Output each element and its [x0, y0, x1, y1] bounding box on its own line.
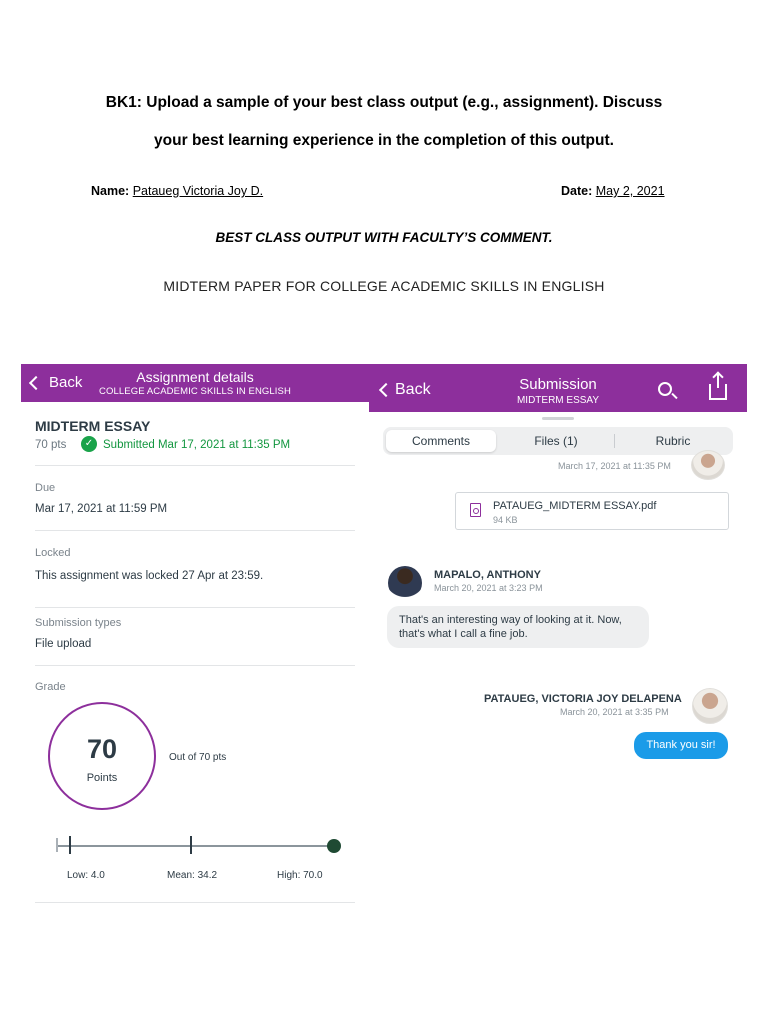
file-size: 94 KB — [493, 515, 518, 525]
low-score: Low: 4.0 — [67, 870, 105, 881]
submission-types-value: File upload — [35, 638, 92, 650]
drag-handle[interactable] — [542, 417, 574, 420]
check-circle-icon: ✓ — [81, 436, 97, 452]
due-label: Due — [35, 482, 56, 494]
back-button[interactable]: Back — [28, 374, 83, 391]
grade-circle: 70 Points — [48, 702, 156, 810]
tab-files[interactable]: Files (1) — [500, 430, 612, 452]
assignment-top-bar: Back Assignment details COLLEGE ACADEMIC… — [21, 364, 369, 402]
high-score: High: 70.0 — [277, 870, 323, 881]
date-field: Date: May 2, 2021 — [561, 184, 665, 198]
prompt-line-2: your best learning experience in the com… — [154, 132, 614, 149]
attached-file[interactable]: PATAUEG_MIDTERM ESSAY.pdf 94 KB — [455, 492, 729, 530]
submission-timestamp: March 17, 2021 at 11:35 PM — [558, 461, 671, 471]
chevron-left-icon — [28, 375, 44, 390]
tab-rubric[interactable]: Rubric — [617, 430, 729, 452]
submission-tabs: Comments Files (1) Rubric — [383, 427, 733, 455]
tab-comments[interactable]: Comments — [386, 430, 496, 452]
submission-types-label: Submission types — [35, 617, 122, 629]
mean-score: Mean: 34.2 — [167, 870, 218, 881]
avatar — [691, 450, 725, 480]
divider — [35, 465, 355, 466]
submission-top-bar: Back Submission MIDTERM ESSAY — [369, 364, 747, 412]
file-name: PATAUEG_MIDTERM ESSAY.pdf — [493, 500, 657, 512]
back-label: Back — [395, 381, 431, 398]
divider — [35, 607, 355, 608]
out-of-points: Out of 70 pts — [169, 752, 227, 763]
midterm-heading: MIDTERM PAPER FOR COLLEGE ACADEMIC SKILL… — [163, 278, 605, 294]
screen-title: Assignment details — [136, 369, 254, 385]
name-field: Name: Pataueg Victoria Joy D. — [91, 184, 263, 198]
teacher-comment-bubble: That's an interesting way of looking at … — [387, 606, 649, 648]
share-icon[interactable] — [709, 374, 727, 400]
back-button[interactable]: Back — [378, 381, 431, 399]
grade-distribution-track — [57, 845, 333, 847]
assignment-title: MIDTERM ESSAY — [35, 418, 151, 434]
best-output-heading: BEST CLASS OUTPUT WITH FACULTY’S COMMENT… — [215, 230, 553, 245]
divider — [35, 902, 355, 903]
date-label: Date: — [561, 184, 593, 198]
avatar — [388, 566, 422, 600]
name-value: Pataueg Victoria Joy D. — [132, 184, 264, 198]
range-start-tick — [56, 838, 58, 852]
avatar — [692, 688, 728, 724]
submitted-status: Submitted Mar 17, 2021 at 11:35 PM — [103, 439, 291, 451]
prompt-line-1: BK1: Upload a sample of your best class … — [105, 94, 663, 111]
mean-tick — [190, 836, 192, 854]
locked-label: Locked — [35, 547, 71, 559]
divider — [35, 665, 355, 666]
low-tick — [69, 836, 71, 854]
course-subtitle: COLLEGE ACADEMIC SKILLS IN ENGLISH — [99, 386, 291, 397]
comment-line: That's an interesting way of looking at … — [399, 614, 622, 626]
commenter-name: PATAUEG, VICTORIA JOY DELAPENA — [484, 693, 682, 705]
assignment-subtitle: MIDTERM ESSAY — [516, 395, 600, 406]
grade-label: Grade — [35, 681, 66, 693]
search-icon[interactable] — [658, 382, 672, 396]
my-score-marker — [327, 839, 341, 853]
divider — [35, 530, 355, 531]
date-value: May 2, 2021 — [595, 184, 665, 198]
locked-value: This assignment was locked 27 Apr at 23:… — [35, 570, 264, 582]
student-reply-bubble: Thank you sir! — [634, 732, 728, 759]
chevron-left-icon — [378, 382, 394, 398]
points-possible: 70 pts — [35, 439, 67, 451]
submission-screenshot: Back Submission MIDTERM ESSAY Comments F… — [369, 364, 747, 764]
pdf-icon — [470, 503, 481, 517]
comment-timestamp: March 20, 2021 at 3:35 PM — [560, 707, 669, 717]
commenter-name: MAPALO, ANTHONY — [434, 569, 541, 581]
grade-unit: Points — [86, 772, 118, 784]
assignment-details-screenshot: Back Assignment details COLLEGE ACADEMIC… — [21, 364, 369, 909]
name-label: Name: — [91, 184, 130, 198]
grade-score: 70 — [86, 734, 118, 764]
comment-timestamp: March 20, 2021 at 3:23 PM — [434, 583, 543, 593]
comment-line: that's what I call a fine job. — [399, 628, 528, 640]
due-value: Mar 17, 2021 at 11:59 PM — [35, 503, 168, 515]
back-label: Back — [49, 374, 83, 391]
tab-divider — [614, 434, 615, 448]
screen-title: Submission — [519, 376, 597, 393]
